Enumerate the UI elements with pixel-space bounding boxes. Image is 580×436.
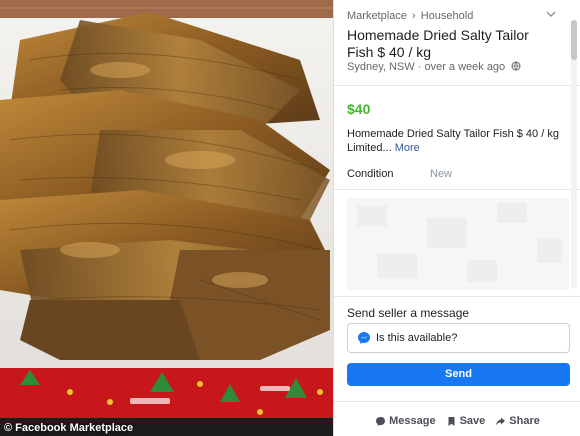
messenger-icon (358, 332, 370, 344)
message-input[interactable] (376, 328, 561, 348)
message-heading: Send seller a message (347, 306, 470, 320)
message-action[interactable]: Message (375, 412, 436, 430)
breadcrumb-household[interactable]: Household (421, 10, 474, 22)
listing-price: $40 (347, 101, 371, 117)
posted-time: over a week ago (424, 61, 506, 73)
scrollbar[interactable] (571, 20, 577, 288)
listing-title: Homemade Dried Salty Tailor Fish $ 40 / … (347, 27, 529, 60)
message-icon (376, 416, 386, 426)
divider (334, 85, 580, 86)
breadcrumb: Marketplace › Household (347, 10, 473, 22)
more-link[interactable]: More (395, 142, 420, 154)
condition-value: New (430, 168, 453, 180)
send-button[interactable]: Send (347, 363, 570, 386)
chevron-down-icon[interactable] (546, 9, 556, 19)
divider (334, 401, 580, 402)
condition-label: Condition (347, 168, 394, 180)
location-text: Sydney, NSW (347, 61, 415, 73)
listing-details-panel: Marketplace › Household Homemade Dried S… (333, 0, 580, 436)
divider (334, 296, 580, 297)
message-input-box[interactable] (347, 323, 570, 353)
share-action[interactable]: Share (495, 412, 540, 430)
message-action-label: Message (389, 415, 436, 427)
save-action[interactable]: Save (446, 412, 486, 430)
globe-icon (511, 61, 521, 71)
divider (334, 189, 580, 190)
share-arrow-icon (496, 417, 506, 425)
description-text: Homemade Dried Salty Tailor Fish $ 40 / … (347, 128, 559, 154)
blurred-content (347, 198, 569, 290)
scrollbar-thumb[interactable] (571, 20, 577, 60)
save-action-label: Save (459, 415, 486, 427)
breadcrumb-separator: › (411, 10, 416, 23)
action-bar: Message Save Share (334, 412, 580, 430)
listing-photo[interactable]: © Facebook Marketplace (0, 0, 333, 436)
breadcrumb-marketplace[interactable]: Marketplace (347, 10, 407, 22)
watermark-text: © Facebook Marketplace (4, 422, 134, 434)
listing-location: Sydney, NSW · over a week ago (347, 61, 521, 73)
listing-description: Homemade Dried Salty Tailor Fish $ 40 / … (347, 127, 562, 155)
share-action-label: Share (509, 415, 540, 427)
location-separator: · (417, 61, 422, 73)
dried-fish-image (0, 0, 333, 436)
bookmark-icon (448, 416, 455, 426)
